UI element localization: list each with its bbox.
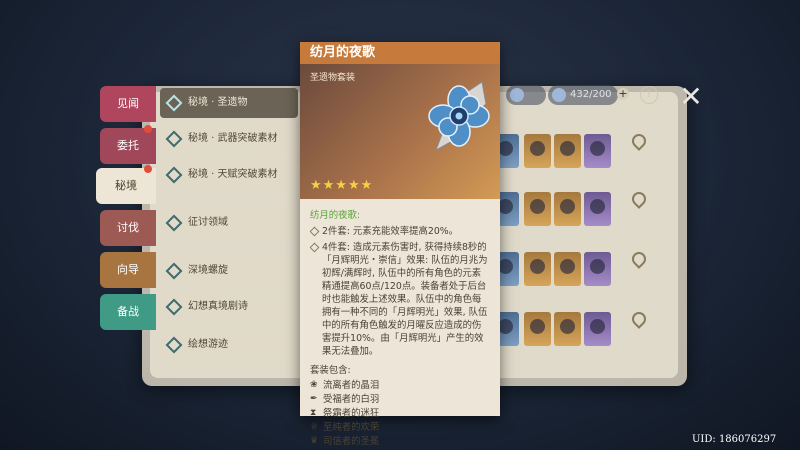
reward-slot	[554, 192, 581, 226]
tab-label: 备战	[117, 305, 139, 318]
domain-row[interactable]	[492, 134, 628, 178]
sands-icon: ⧗	[310, 408, 317, 418]
set-piece-item: ✒ 受福者的白羽	[310, 393, 490, 407]
category-item[interactable]: 幻想真境剧诗	[160, 292, 298, 322]
notification-badge-icon	[144, 165, 152, 173]
domain-diamond-icon	[165, 262, 183, 280]
set-piece-item: ♛ 司信者的圣冕	[310, 435, 490, 449]
circlet-icon: ♛	[310, 436, 319, 446]
domain-diamond-icon	[165, 214, 183, 232]
uid-label: UID: 186076297	[692, 434, 777, 445]
help-button[interactable]: ?	[640, 86, 658, 104]
tab-5[interactable]: 备战	[100, 294, 156, 330]
bullet-diamond-icon	[309, 226, 320, 237]
goblet-icon: ♕	[310, 422, 319, 432]
category-item[interactable]: 秘境 · 天赋突破素材	[160, 160, 298, 190]
reward-slot	[584, 134, 611, 168]
reward-slot	[584, 252, 611, 286]
reward-slot	[524, 192, 551, 226]
tab-2[interactable]: 秘境	[96, 165, 156, 204]
item-type: 圣遗物套装	[310, 73, 356, 83]
piece-name: 祭霜者的迷狂	[323, 408, 380, 419]
category-label: 秘境 · 圣遗物	[188, 97, 248, 108]
add-resin-button[interactable]: +	[617, 88, 629, 100]
tab-label: 向导	[117, 263, 139, 276]
category-item[interactable]: 秘境 · 圣遗物	[160, 88, 298, 118]
effect-2pc: 2件套: 元素充能效率提高20%。	[309, 225, 490, 238]
tab-1[interactable]: 委托	[100, 125, 156, 164]
set-piece-item: ♕ 至纯者的欢荣	[310, 421, 490, 435]
close-button[interactable]: ✕	[678, 83, 704, 111]
reward-slot	[554, 252, 581, 286]
tooltip-title: 纺月的夜歌	[300, 42, 500, 64]
piece-name: 司信者的圣冕	[323, 436, 380, 447]
domain-diamond-icon	[165, 130, 183, 148]
flower-icon: ❀	[310, 380, 318, 390]
notification-badge-icon	[144, 125, 152, 133]
domain-diamond-icon	[165, 94, 183, 112]
resin-counter-small[interactable]	[506, 85, 546, 105]
category-label: 秘境 · 武器突破素材	[188, 133, 278, 144]
category-item[interactable]: 绘想游迹	[160, 330, 298, 360]
artifact-set-tooltip: 纺月的夜歌 圣遗物套装 ★★★★★ 纺月的夜歌: 2件套: 元素充能效率提高20…	[300, 42, 500, 447]
reward-slot	[584, 312, 611, 346]
tooltip-hero: 圣遗物套装 ★★★★★	[300, 64, 500, 199]
flower-of-life-icon	[428, 81, 490, 152]
reward-slot	[554, 134, 581, 168]
category-item[interactable]: 秘境 · 武器突破素材	[160, 124, 298, 154]
set-piece-item: ⧗ 祭霜者的迷狂	[310, 407, 490, 421]
tab-0[interactable]: 见闻	[100, 86, 156, 122]
piece-name: 流离者的晶泪	[323, 380, 380, 391]
domain-diamond-icon	[165, 336, 183, 354]
reward-slot	[554, 312, 581, 346]
reward-slot	[524, 252, 551, 286]
category-label: 绘想游迹	[188, 339, 228, 350]
reward-slot	[524, 312, 551, 346]
original-resin-icon	[552, 88, 566, 102]
bullet-diamond-icon	[309, 242, 320, 253]
tab-3[interactable]: 讨伐	[100, 210, 156, 246]
tab-label: 见闻	[117, 97, 139, 110]
category-item[interactable]: 深境螺旋	[160, 256, 298, 286]
category-label: 征讨领域	[188, 217, 228, 228]
fragile-resin-icon	[510, 88, 524, 102]
set-piece-item: ❀ 流离者的晶泪	[310, 379, 490, 393]
category-item[interactable]: 征讨领域	[160, 208, 298, 238]
domain-row[interactable]	[492, 252, 628, 296]
category-label: 幻想真境剧诗	[188, 301, 248, 312]
domain-row[interactable]	[492, 312, 628, 356]
resin-counter[interactable]: 432/200	[548, 85, 618, 105]
tab-label: 委托	[117, 139, 139, 152]
reward-slot	[584, 192, 611, 226]
piece-name: 受福者的白羽	[323, 394, 380, 405]
effect-4pc: 4件套: 造成元素伤害时, 获得持续8秒的「月辉明光・崇信」效果: 队伍的月兆为…	[309, 241, 490, 358]
resin-count-text: 432/200	[570, 89, 612, 100]
tooltip-body: 纺月的夜歌: 2件套: 元素充能效率提高20%。 4件套: 造成元素伤害时, 获…	[300, 199, 500, 449]
piece-name: 至纯者的欢荣	[323, 422, 380, 433]
category-label: 深境螺旋	[188, 265, 228, 276]
tab-4[interactable]: 向导	[100, 252, 156, 288]
domain-diamond-icon	[165, 298, 183, 316]
feather-icon: ✒	[310, 394, 318, 404]
domain-row[interactable]	[492, 192, 628, 236]
rarity-stars: ★★★★★	[310, 178, 374, 193]
set-contains-label: 套装包含:	[310, 365, 351, 376]
reward-slot	[524, 134, 551, 168]
category-label: 秘境 · 天赋突破素材	[188, 169, 278, 180]
set-name: 纺月的夜歌:	[310, 210, 361, 221]
tab-label: 讨伐	[117, 221, 139, 234]
tab-label: 秘境	[115, 179, 137, 192]
domain-diamond-icon	[165, 166, 183, 184]
